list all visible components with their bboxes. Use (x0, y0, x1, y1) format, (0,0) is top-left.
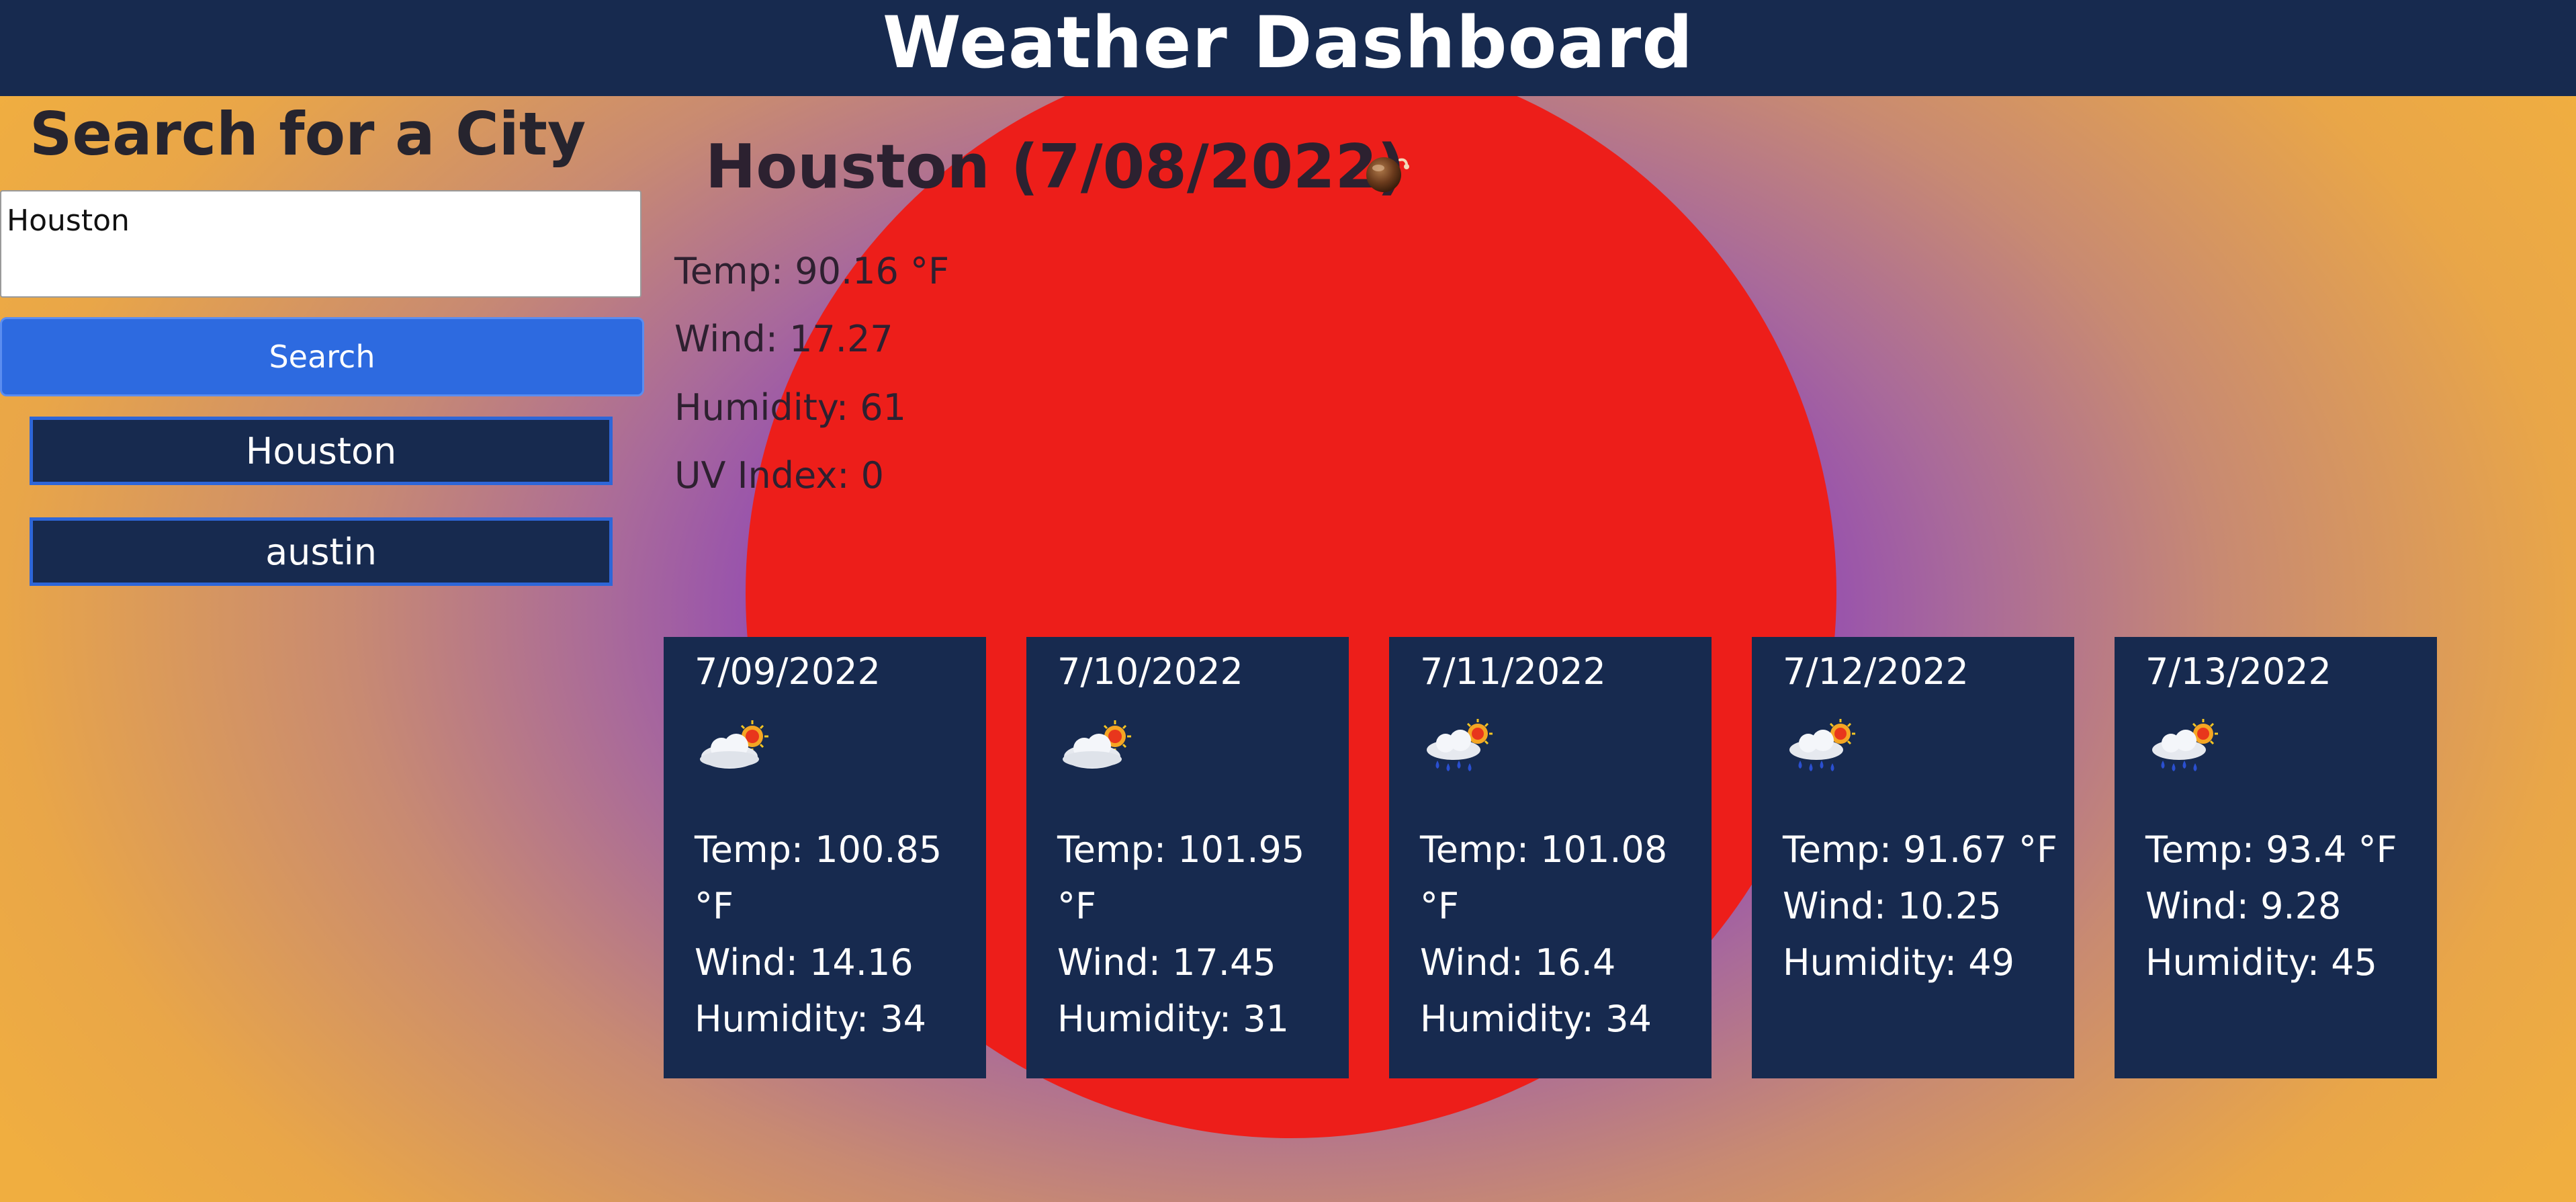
forecast-temp: Temp: 101.95 °F (1057, 828, 1305, 927)
search-title: Search for a City (30, 99, 586, 169)
forecast-date: 7/10/2022 (1057, 650, 1243, 693)
forecast-temp: Temp: 101.08 °F (1420, 828, 1668, 927)
forecast-card: 7/12/2022 Temp: 91.67 °F Wind: 10.25 Hum… (1752, 637, 2074, 1078)
partly-cloudy-icon (1063, 720, 1131, 769)
forecast-date: 7/09/2022 (695, 650, 881, 693)
forecast-temp: Temp: 91.67 °F (1783, 828, 2058, 871)
forecast-wind: Wind: 16.4 (1420, 941, 1616, 984)
forecast-card: 7/11/2022 Temp: 101.08 °F Wind: 16.4 Hum… (1389, 637, 1712, 1078)
forecast-temp: Temp: 93.4 °F (2145, 828, 2397, 871)
forecast-temp: Temp: 100.85 °F (695, 828, 942, 927)
rain-sun-icon (1789, 719, 1855, 771)
history-button-houston[interactable]: Houston (30, 417, 613, 485)
forecast-humidity: Humidity: 45 (2145, 941, 2377, 984)
forecast-wind: Wind: 10.25 (1783, 885, 2002, 927)
forecast-humidity: Humidity: 31 (1057, 998, 1289, 1040)
forecast-wind: Wind: 9.28 (2145, 885, 2342, 927)
page-title: Weather Dashboard (882, 1, 1694, 84)
forecast-card: 7/10/2022 Temp: 101.95 °F Wind: 17.45 Hu… (1026, 637, 1349, 1078)
current-uv-index: UV Index: 0 (674, 454, 885, 497)
night-cloud-icon (1366, 157, 1409, 192)
forecast-wind: Wind: 14.16 (695, 941, 914, 984)
forecast-humidity: Humidity: 34 (1420, 998, 1652, 1040)
current-humidity: Humidity: 61 (674, 386, 906, 429)
forecast-card: 7/13/2022 Temp: 93.4 °F Wind: 9.28 Humid… (2115, 637, 2437, 1078)
forecast-humidity: Humidity: 49 (1783, 941, 2014, 984)
forecast-wind: Wind: 17.45 (1057, 941, 1276, 984)
rain-sun-icon (1427, 719, 1493, 771)
current-temp: Temp: 90.16 °F (674, 250, 950, 292)
rain-sun-icon (2152, 719, 2218, 771)
forecast-date: 7/11/2022 (1420, 650, 1606, 693)
forecast-card: 7/09/2022 Temp: 100.85 °F Wind: 14.16 Hu… (664, 637, 986, 1078)
current-city-title: Houston (7/08/2022) (705, 132, 1405, 202)
forecast-date: 7/12/2022 (1783, 650, 1969, 693)
history-button-austin[interactable]: austin (30, 517, 613, 586)
forecast-date: 7/13/2022 (2145, 650, 2331, 693)
partly-cloudy-icon (700, 720, 768, 769)
page-header: Weather Dashboard (0, 0, 2576, 96)
city-search-input[interactable] (0, 190, 641, 298)
forecast-humidity: Humidity: 34 (695, 998, 926, 1040)
current-wind: Wind: 17.27 (674, 318, 893, 360)
search-button[interactable]: Search (0, 317, 644, 396)
